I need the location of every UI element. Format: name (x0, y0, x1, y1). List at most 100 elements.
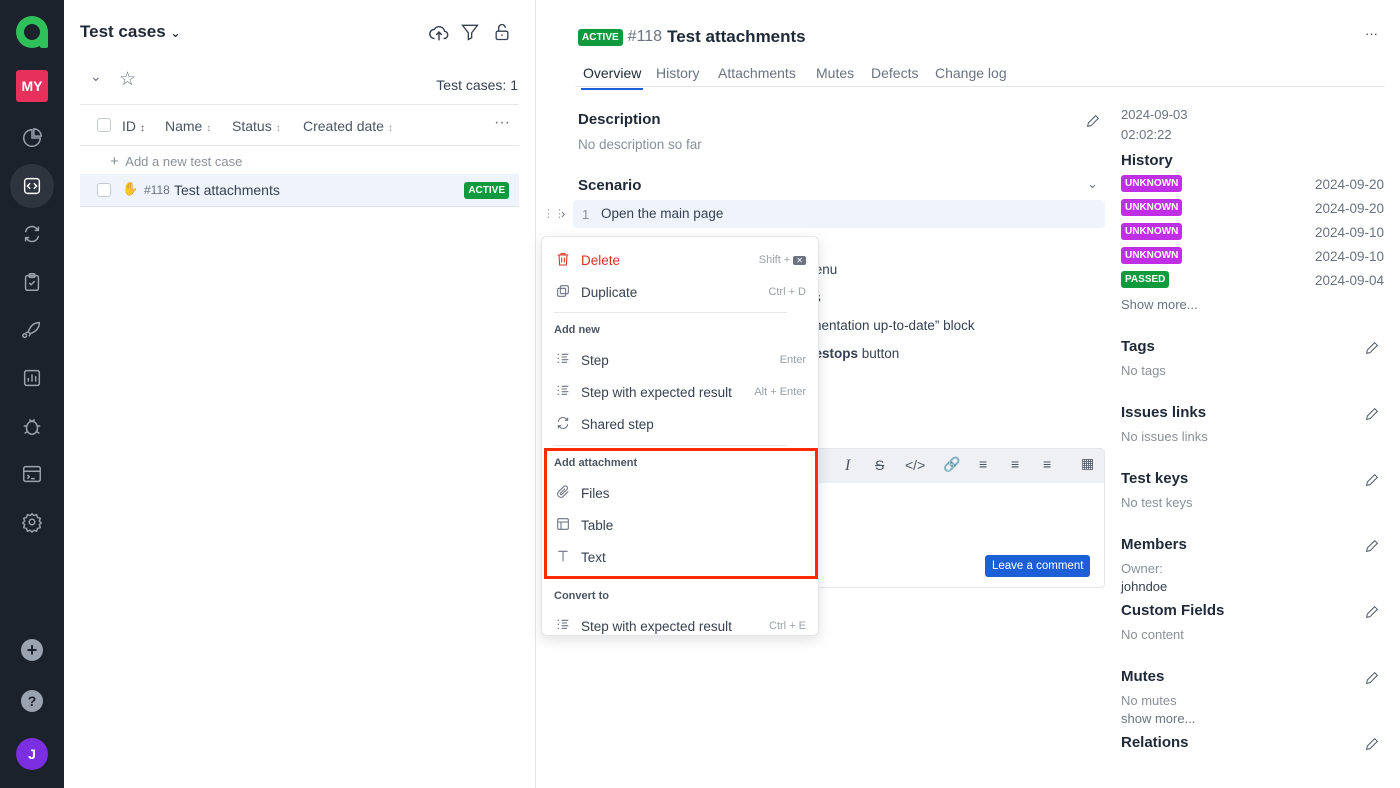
history-item[interactable]: UNKNOWN 2024-09-10 (1121, 223, 1384, 243)
history-date: 2024-09-10 (1314, 225, 1384, 240)
scenario-collapse-icon[interactable]: ⌄ (1087, 176, 1098, 192)
section-title: Custom Fields (1121, 602, 1225, 619)
test-cases-icon[interactable] (10, 164, 54, 208)
checklist-icon[interactable]: ≡ (1043, 456, 1051, 472)
edit-icon[interactable] (1364, 670, 1380, 686)
history-item[interactable]: UNKNOWN 2024-09-10 (1121, 247, 1384, 267)
edit-icon[interactable] (1364, 406, 1380, 422)
menu-item-delete[interactable]: Delete Shift + ✕ (542, 246, 818, 274)
help-icon[interactable]: ? (21, 690, 43, 712)
menu-item-step-expected[interactable]: Step with expected result Alt + Enter (542, 378, 818, 406)
table-icon[interactable]: ▦ (1081, 455, 1094, 472)
edit-icon[interactable] (1364, 472, 1380, 488)
menu-item-files[interactable]: Files (542, 479, 818, 507)
dashboard-icon[interactable] (16, 122, 48, 154)
row-name: Test attachments (174, 182, 280, 198)
section-convert-to: Convert to (554, 590, 609, 602)
link-icon[interactable]: 🔗 (943, 456, 960, 473)
collapse-chevron-icon[interactable]: ⌄ (90, 68, 102, 85)
columns-more-icon[interactable]: ··· (494, 114, 510, 132)
project-badge[interactable]: MY (16, 70, 48, 102)
plus-icon: + (110, 153, 119, 170)
created-date: 2024-09-03 (1121, 107, 1188, 122)
filter-icon[interactable] (460, 22, 480, 42)
history-status-badge: UNKNOWN (1121, 223, 1183, 240)
bullet-list-icon[interactable]: ≡ (979, 456, 987, 472)
tab-attachments[interactable]: Attachments (718, 65, 796, 81)
expand-step-icon[interactable]: › (561, 206, 565, 221)
menu-item-table[interactable]: Table (542, 511, 818, 539)
environments-icon[interactable] (16, 458, 48, 490)
edit-icon[interactable] (1364, 604, 1380, 620)
edit-description-icon[interactable] (1085, 113, 1101, 129)
code-icon[interactable]: </> (905, 457, 925, 473)
italic-icon[interactable]: I (845, 457, 850, 475)
menu-item-shared-step[interactable]: Shared step (542, 410, 818, 438)
menu-item-convert-step-expected[interactable]: Step with expected result Ctrl + E (542, 612, 818, 635)
detail-header: ACTIVE #118 Test attachments (578, 27, 806, 47)
comment-editor[interactable]: I S </> 🔗 ≡ ≡ ≡ ▦ Leave a comment (800, 448, 1105, 588)
step-context-menu: Delete Shift + ✕ Duplicate Ctrl + D Add n… (541, 236, 819, 636)
menu-item-duplicate[interactable]: Duplicate Ctrl + D (542, 278, 818, 306)
step-row[interactable]: 1 Open the main page (573, 200, 1105, 228)
history-item[interactable]: UNKNOWN 2024-09-20 (1121, 199, 1384, 219)
history-item[interactable]: PASSED 2024-09-04 (1121, 271, 1384, 291)
edit-icon[interactable] (1364, 538, 1380, 554)
column-status[interactable]: Status ↕ (232, 118, 303, 134)
row-id: #118 (144, 183, 170, 197)
test-case-list-panel: Test cases ⌄ ⌄ ☆ Test cases: 1 ID ↕ Name… (64, 0, 536, 788)
test-case-id: #118 (627, 28, 663, 45)
jobs-icon[interactable] (16, 314, 48, 346)
defects-icon[interactable] (16, 410, 48, 442)
section-value: No test keys (1121, 495, 1193, 510)
history-date: 2024-09-20 (1314, 177, 1384, 192)
history-status-badge: UNKNOWN (1121, 247, 1183, 264)
step-number: 1 (582, 207, 590, 222)
column-id[interactable]: ID ↕ (122, 118, 165, 134)
menu-item-text[interactable]: Text (542, 543, 818, 571)
list-title-text: Test cases (80, 22, 166, 41)
allure-logo[interactable] (16, 16, 48, 48)
table-row[interactable]: ✋ #118 Test attachments ACTIVE (80, 174, 519, 207)
more-options-icon[interactable]: ··· (1365, 26, 1378, 41)
select-all-checkbox[interactable] (97, 118, 111, 132)
history-show-more[interactable]: Show more... (1121, 297, 1198, 312)
tab-mutes[interactable]: Mutes (816, 65, 854, 81)
column-created-date[interactable]: Created date ↕ (303, 118, 393, 134)
manual-hand-icon: ✋ (122, 181, 139, 196)
strikethrough-icon[interactable]: S (875, 457, 884, 473)
edit-icon[interactable] (1364, 736, 1380, 752)
edit-icon[interactable] (1364, 340, 1380, 356)
column-headers: ID ↕ Name ↕ Status ↕ Created date ↕ (122, 118, 393, 134)
section-add-new: Add new (554, 324, 600, 336)
section-title: Mutes (1121, 668, 1165, 685)
section-value-secondary[interactable]: show more... (1121, 711, 1195, 726)
row-checkbox[interactable] (97, 183, 111, 197)
history-date: 2024-09-10 (1314, 249, 1384, 264)
section-title: Relations (1121, 734, 1189, 751)
star-icon[interactable]: ☆ (119, 68, 136, 91)
add-icon[interactable]: + (21, 639, 43, 661)
avatar[interactable]: J (16, 738, 48, 770)
menu-item-step[interactable]: Step Enter (542, 346, 818, 374)
numbered-list-icon[interactable]: ≡ (1011, 456, 1019, 472)
section-add-attachment: Add attachment (554, 457, 638, 469)
test-case-count: Test cases: 1 (436, 77, 518, 93)
tab-change-log[interactable]: Change log (935, 65, 1007, 81)
upload-icon[interactable] (428, 22, 450, 44)
list-title[interactable]: Test cases ⌄ (80, 22, 181, 42)
tab-defects[interactable]: Defects (871, 65, 918, 81)
settings-icon[interactable] (16, 506, 48, 538)
tab-history[interactable]: History (656, 65, 700, 81)
tab-overview[interactable]: Overview (581, 65, 644, 90)
launches-icon[interactable] (16, 218, 48, 250)
test-plans-icon[interactable] (16, 266, 48, 298)
history-item[interactable]: UNKNOWN 2024-09-20 (1121, 175, 1384, 195)
unlock-icon[interactable] (492, 22, 512, 42)
leave-comment-button[interactable]: Leave a comment (985, 555, 1091, 577)
column-name[interactable]: Name ↕ (165, 118, 232, 134)
history-date: 2024-09-20 (1314, 201, 1384, 216)
analytics-icon[interactable] (16, 362, 48, 394)
sidebar: MY + ? J (0, 0, 64, 788)
add-test-case-button[interactable]: + Add a new test case (110, 153, 242, 170)
